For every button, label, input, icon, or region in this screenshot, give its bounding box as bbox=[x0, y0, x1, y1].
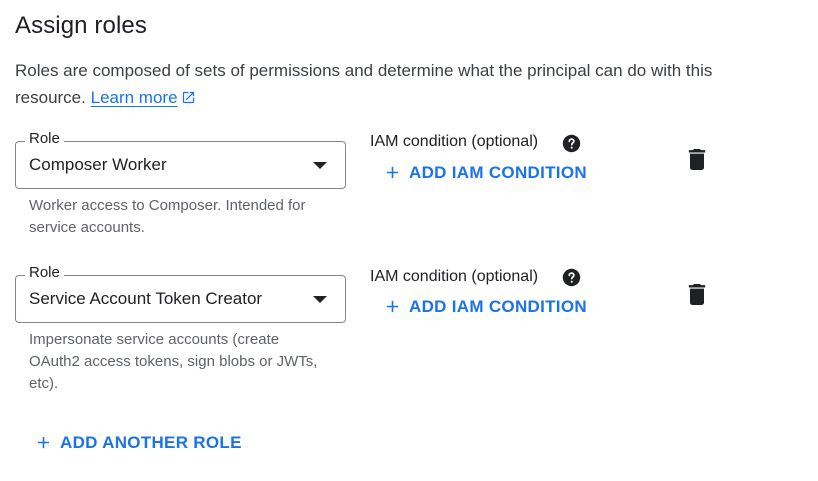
add-another-role-label: ADD ANOTHER ROLE bbox=[60, 433, 242, 452]
open-in-new-icon bbox=[182, 91, 194, 104]
role-field-label: Role bbox=[25, 264, 64, 281]
learn-more-label: Learn more bbox=[90, 88, 178, 107]
caret-down-icon bbox=[313, 162, 327, 169]
page-title: Assign roles bbox=[15, 12, 147, 39]
plus-icon bbox=[386, 166, 399, 179]
caret-down-icon bbox=[313, 296, 327, 303]
role-select[interactable]: Role Composer Worker bbox=[15, 130, 346, 189]
description: Roles are composed of sets of permission… bbox=[15, 57, 755, 111]
role-description: Impersonate service accounts (create OAu… bbox=[29, 331, 318, 392]
add-iam-condition-button[interactable]: ADD IAM CONDITION bbox=[384, 163, 587, 183]
trash-icon[interactable] bbox=[688, 149, 706, 170]
role-select[interactable]: Role Service Account Token Creator bbox=[15, 264, 346, 323]
trash-icon[interactable] bbox=[688, 284, 706, 305]
role-field-label: Role bbox=[25, 130, 64, 147]
iam-condition-label: IAM condition (optional) bbox=[370, 133, 539, 150]
add-another-role-button[interactable]: ADD ANOTHER ROLE bbox=[35, 433, 242, 453]
help-circle-icon[interactable] bbox=[562, 134, 581, 153]
help-circle-icon[interactable] bbox=[562, 268, 581, 287]
plus-icon bbox=[37, 436, 50, 449]
role-description: Worker access to Composer. Intended for … bbox=[29, 197, 306, 236]
iam-condition-label: IAM condition (optional) bbox=[370, 268, 539, 285]
plus-icon bbox=[386, 300, 399, 313]
add-iam-condition-label: ADD IAM CONDITION bbox=[409, 297, 587, 316]
role-select-value: Composer Worker bbox=[29, 155, 167, 174]
learn-more-link[interactable]: Learn more bbox=[91, 88, 196, 107]
add-iam-condition-button[interactable]: ADD IAM CONDITION bbox=[384, 297, 587, 317]
add-iam-condition-label: ADD IAM CONDITION bbox=[409, 163, 587, 182]
role-select-value: Service Account Token Creator bbox=[29, 289, 263, 308]
